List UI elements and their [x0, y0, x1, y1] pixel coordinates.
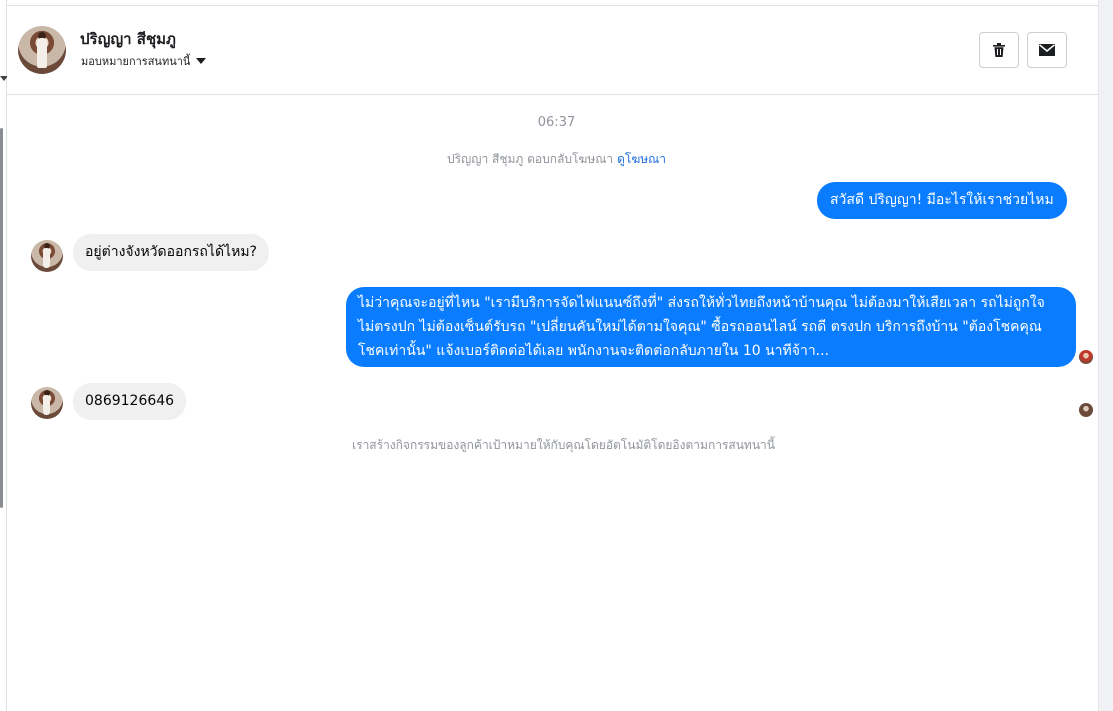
message-timestamp: 06:37	[537, 115, 576, 130]
envelope-icon	[1039, 44, 1055, 56]
trash-icon	[993, 43, 1005, 57]
left-panel-edge	[0, 0, 8, 711]
incoming-message[interactable]: 0869126646	[73, 383, 187, 420]
left-scrollbar[interactable]	[0, 128, 3, 508]
delete-button[interactable]	[979, 32, 1019, 68]
ad-reply-note: ปริญญา สีชุมภู ตอบกลับโฆษณา ดูโฆษณา	[7, 150, 1106, 169]
contact-avatar[interactable]	[18, 26, 66, 74]
contact-avatar-small	[31, 387, 63, 419]
assign-label: มอบหมายการสนทนานี้	[81, 55, 191, 68]
right-scrollbar-track[interactable]	[1098, 0, 1113, 711]
chevron-down-icon	[196, 58, 207, 64]
contact-avatar-small	[31, 240, 63, 272]
conversation-header: ปริญญา สีชุมภู มอบหมายการสนทนานี้	[7, 6, 1098, 95]
ad-reply-text: ปริญญา สีชุมภู ตอบกลับโฆษณา	[446, 152, 614, 166]
conversation-panel: ปริญญา สีชุมภู มอบหมายการสนทนานี้ 06:37 …	[7, 0, 1098, 711]
contact-name[interactable]: ปริญญา สีชุมภู	[80, 27, 176, 51]
assign-conversation-dropdown[interactable]: มอบหมายการสนทนานี้	[81, 52, 207, 70]
seen-avatar-icon	[1079, 403, 1093, 417]
outgoing-message[interactable]: สวัสดี ปริญญา! มีอะไรให้เราช่วยไหม	[817, 182, 1067, 219]
mark-unread-button[interactable]	[1027, 32, 1067, 68]
view-ad-link[interactable]: ดูโฆษณา	[617, 152, 666, 166]
seen-avatar-icon	[1079, 350, 1093, 364]
incoming-message[interactable]: อยู่ต่างจังหวัดออกรถได้ไหม?	[73, 234, 269, 271]
lead-activity-note: เราสร้างกิจกรรมของลูกค้าเป้าหมายให้กับคุ…	[352, 438, 775, 452]
outgoing-message[interactable]: ไม่ว่าคุณจะอยู่ที่ไหน "เรามีบริการจัดไฟแ…	[346, 287, 1076, 367]
